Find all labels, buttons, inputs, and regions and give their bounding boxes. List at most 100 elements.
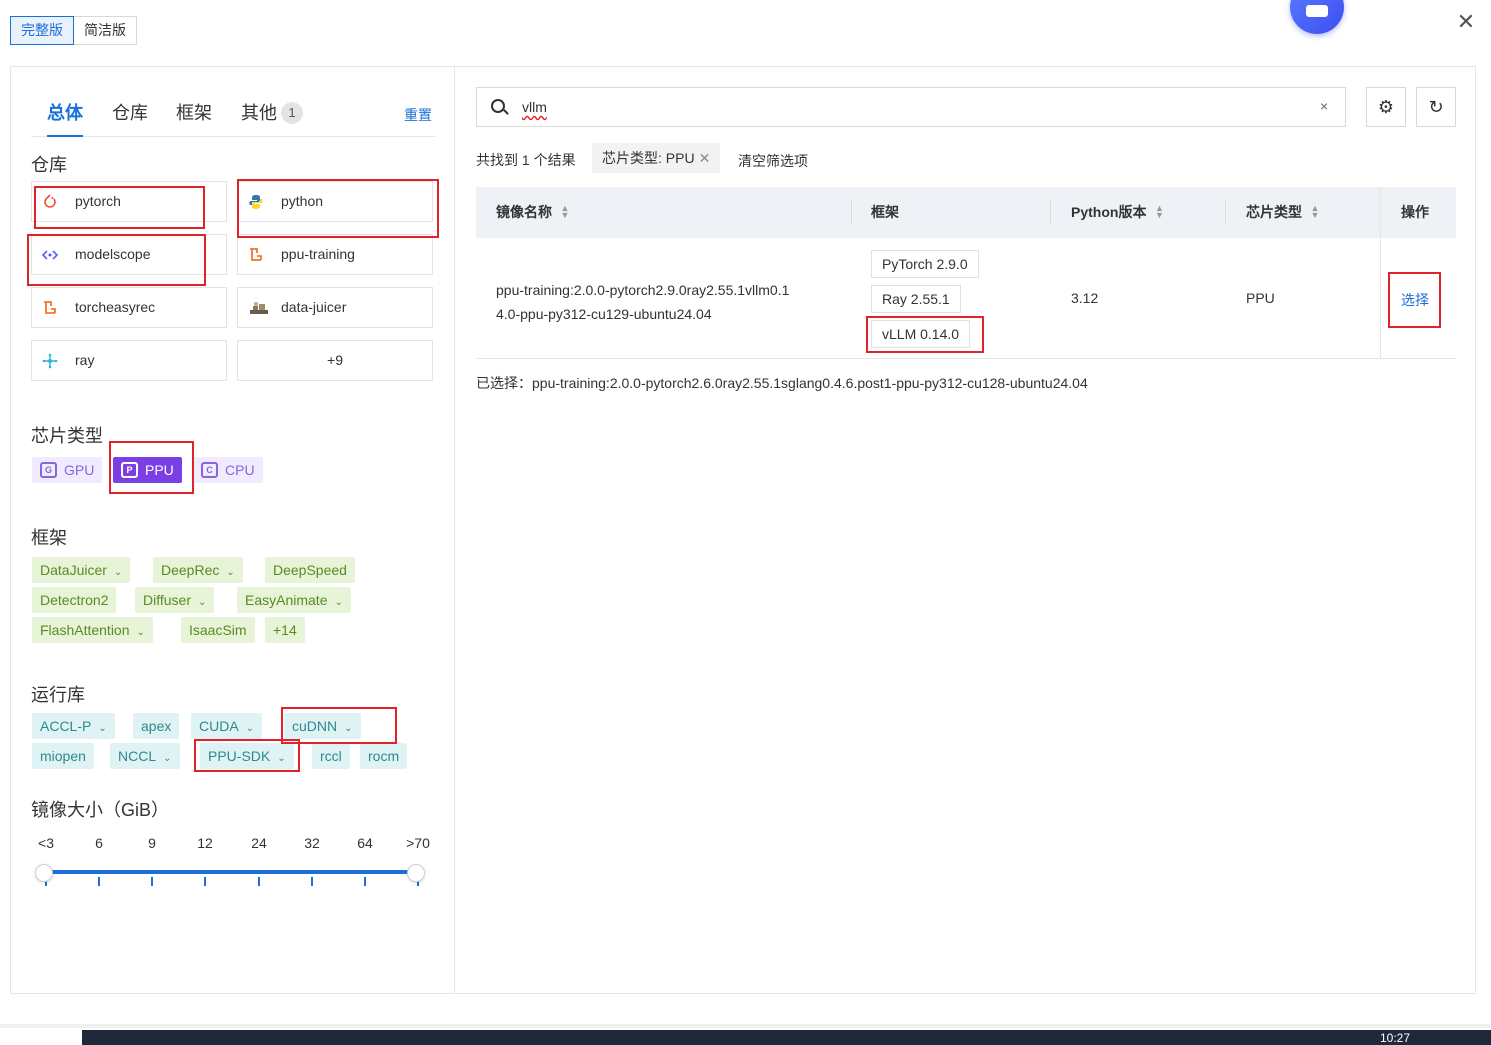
close-icon[interactable]: ✕ bbox=[1456, 11, 1476, 33]
data-juicer-icon bbox=[250, 302, 268, 314]
repo-item-torcheasyrec[interactable]: torcheasyrec bbox=[31, 287, 227, 328]
image-name-line: ppu-training:2.0.0-pytorch2.9.0ray2.55.1… bbox=[496, 282, 790, 298]
section-title-repo: 仓库 bbox=[31, 155, 67, 175]
ray-icon bbox=[42, 353, 58, 369]
runtime-chip-ppu-sdk[interactable]: PPU-SDK ⌄ bbox=[200, 743, 294, 769]
active-filter-tag[interactable]: 芯片类型: PPU ✕ bbox=[592, 143, 721, 173]
repo-label: pytorch bbox=[75, 193, 121, 209]
runtime-chip-cudnn[interactable]: cuDNN ⌄ bbox=[284, 713, 361, 739]
runtime-chip-label: NCCL bbox=[118, 748, 157, 764]
runtime-chip-rocm[interactable]: rocm bbox=[360, 743, 408, 769]
runtime-chip-label: CUDA bbox=[199, 718, 239, 734]
framework-tag: vLLM 0.14.0 bbox=[871, 320, 971, 348]
search-box[interactable]: vllm × bbox=[476, 87, 1346, 127]
runtime-chip-accl-p[interactable]: ACCL-P ⌄ bbox=[32, 713, 115, 739]
repo-label: torcheasyrec bbox=[75, 299, 156, 315]
search-input[interactable]: vllm bbox=[522, 99, 547, 115]
reset-link[interactable]: 重置 bbox=[404, 105, 432, 125]
runtime-chip-apex[interactable]: apex bbox=[133, 713, 180, 739]
table-header: 镜像名称 ▲ ▼ 框架 Python版本 ▲ ▼ 芯片类型 ▲ ▼ 操作 bbox=[476, 187, 1456, 238]
repo-item-pytorch[interactable]: pytorch bbox=[31, 181, 227, 222]
repo-item-ppu-training[interactable]: ppu-training bbox=[237, 234, 433, 275]
framework-chip-diffuser[interactable]: Diffuser ⌄ bbox=[135, 587, 215, 613]
repo-more-button[interactable]: +9 bbox=[237, 340, 433, 381]
filter-tabs: 总体 仓库 框架 其他 1 bbox=[31, 97, 435, 137]
sort-icon: ▲ ▼ bbox=[1154, 203, 1164, 220]
tab-framework[interactable]: 框架 bbox=[176, 97, 212, 137]
torcheasyrec-icon bbox=[44, 301, 56, 314]
framework-tag: PyTorch 2.9.0 bbox=[871, 250, 979, 278]
framework-more-chip[interactable]: +14 bbox=[265, 617, 305, 643]
framework-chip-deepspeed[interactable]: DeepSpeed bbox=[265, 557, 355, 583]
runtime-chip-label: rocm bbox=[368, 748, 400, 764]
framework-chip-label: DeepRec bbox=[161, 562, 220, 578]
column-header-python[interactable]: Python版本 ▲ ▼ bbox=[1071, 187, 1164, 238]
select-image-button[interactable]: 选择 bbox=[1401, 290, 1429, 310]
image-name-line: 4.0-ppu-py312-cu129-ubuntu24.04 bbox=[496, 306, 712, 322]
settings-button[interactable]: ⚙ bbox=[1366, 87, 1406, 127]
chevron-down-icon: ⌄ bbox=[197, 597, 207, 608]
tab-overall[interactable]: 总体 bbox=[47, 97, 83, 137]
tab-repo[interactable]: 仓库 bbox=[112, 97, 148, 137]
window-bottom-edge bbox=[0, 1024, 1491, 1028]
runtime-chip-label: cuDNN bbox=[292, 718, 338, 734]
framework-chip-datajuicer[interactable]: DataJuicer ⌄ bbox=[32, 557, 131, 583]
repo-label: ppu-training bbox=[281, 246, 355, 262]
framework-chip-label: Diffuser bbox=[143, 592, 191, 608]
framework-chip-isaacsim[interactable]: IsaacSim bbox=[181, 617, 255, 643]
section-title-chip: 芯片类型 bbox=[31, 426, 103, 446]
repo-item-ray[interactable]: ray bbox=[31, 340, 227, 381]
framework-chip-easyanimate[interactable]: EasyAnimate ⌄ bbox=[237, 587, 351, 613]
chevron-down-icon: ⌄ bbox=[136, 627, 145, 638]
chevron-down-icon: ⌄ bbox=[334, 597, 343, 608]
runtime-chip-cuda[interactable]: CUDA ⌄ bbox=[191, 713, 263, 739]
repo-label: python bbox=[281, 193, 324, 209]
clear-filters-link[interactable]: 清空筛选项 bbox=[738, 151, 808, 171]
simple-mode-button[interactable]: 简洁版 bbox=[74, 16, 137, 45]
framework-chip-label: EasyAnimate bbox=[245, 592, 328, 608]
sort-icon: ▲ ▼ bbox=[560, 203, 570, 220]
size-slider-track[interactable] bbox=[44, 870, 418, 874]
framework-chip-label: Detectron2 bbox=[40, 592, 109, 608]
size-slider-min-handle[interactable] bbox=[35, 864, 53, 882]
runtime-chip-label: ACCL-P bbox=[40, 718, 92, 734]
chip-option-cpu[interactable]: C CPU bbox=[193, 457, 263, 483]
repo-label: modelscope bbox=[75, 246, 151, 262]
repo-item-python[interactable]: python bbox=[237, 181, 433, 222]
repo-item-modelscope[interactable]: modelscope bbox=[31, 234, 227, 275]
slider-tick bbox=[364, 877, 366, 886]
assistant-bot-icon[interactable] bbox=[1290, 0, 1344, 34]
runtime-chip-nccl[interactable]: NCCL ⌄ bbox=[110, 743, 180, 769]
slider-tick bbox=[204, 877, 206, 886]
size-mark: 24 bbox=[251, 835, 267, 851]
column-header-chip[interactable]: 芯片类型 ▲ ▼ bbox=[1246, 187, 1320, 238]
framework-chip-label: +14 bbox=[273, 622, 297, 638]
chip-option-ppu[interactable]: P PPU bbox=[113, 457, 182, 483]
chevron-down-icon: ⌄ bbox=[113, 567, 123, 578]
section-title-runtime: 运行库 bbox=[31, 685, 85, 705]
column-header-label: 芯片类型 bbox=[1246, 204, 1302, 220]
tab-other[interactable]: 其他 1 bbox=[241, 97, 303, 137]
framework-chip-label: IsaacSim bbox=[189, 622, 247, 638]
framework-chip-deeprec[interactable]: DeepRec ⌄ bbox=[153, 557, 243, 583]
column-header-name[interactable]: 镜像名称 ▲ ▼ bbox=[496, 187, 570, 238]
runtime-chip-rccl[interactable]: rccl bbox=[312, 743, 350, 769]
chip-type-cell: PPU bbox=[1246, 290, 1275, 306]
slider-tick bbox=[258, 877, 260, 886]
full-mode-button[interactable]: 完整版 bbox=[10, 16, 74, 45]
refresh-button[interactable]: ↻ bbox=[1416, 87, 1456, 127]
framework-chip-label: DataJuicer bbox=[40, 562, 107, 578]
runtime-chip-label: PPU-SDK bbox=[208, 748, 271, 764]
framework-chip-detectron2[interactable]: Detectron2 bbox=[32, 587, 117, 613]
framework-tag: Ray 2.55.1 bbox=[871, 285, 961, 313]
clear-search-icon[interactable]: × bbox=[1320, 98, 1328, 114]
repo-item-data-juicer[interactable]: data-juicer bbox=[237, 287, 433, 328]
remove-filter-icon[interactable]: ✕ bbox=[699, 150, 711, 166]
framework-chip-flashattention[interactable]: FlashAttention ⌄ bbox=[32, 617, 153, 643]
runtime-chip-miopen[interactable]: miopen bbox=[32, 743, 94, 769]
chip-option-gpu[interactable]: G GPU bbox=[32, 457, 103, 483]
framework-chip-label: DeepSpeed bbox=[273, 562, 347, 578]
size-slider-max-handle[interactable] bbox=[407, 864, 425, 882]
selected-image-text: 已选择：ppu-training:2.0.0-pytorch2.6.0ray2.… bbox=[476, 375, 1088, 391]
size-mark: 6 bbox=[95, 835, 103, 851]
